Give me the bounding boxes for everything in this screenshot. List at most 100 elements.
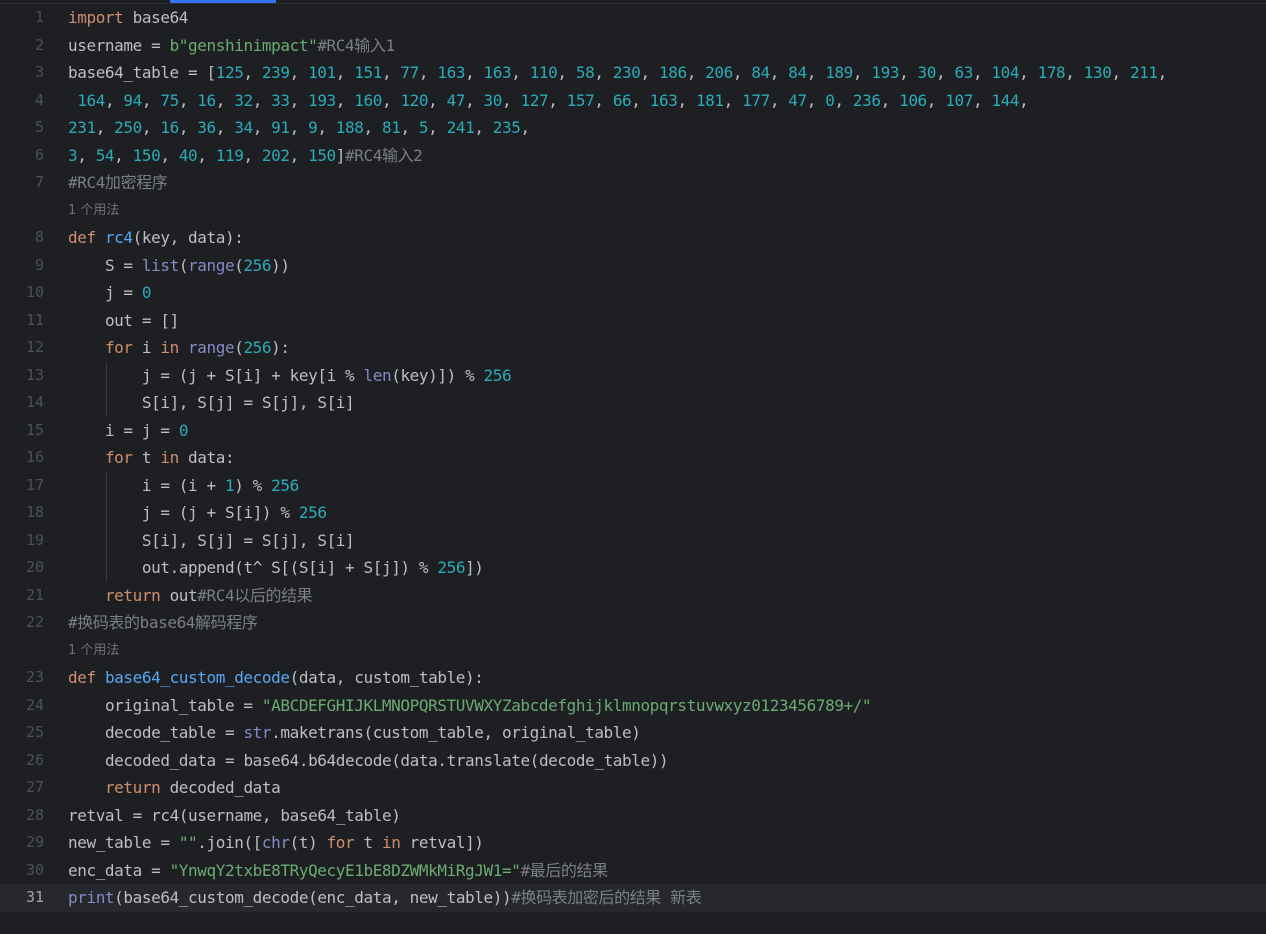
line-number: 25 <box>25 723 44 741</box>
code-line[interactable]: 31 print(base64_custom_decode(enc_data, n… <box>0 884 1266 912</box>
code-line[interactable]: 5 231, 250, 16, 36, 34, 91, 9, 188, 81, 5… <box>0 114 1266 142</box>
code-text[interactable]: decode_table = str.maketrans(custom_tabl… <box>68 719 641 747</box>
code-text[interactable]: #换码表的base64解码程序 <box>68 609 258 637</box>
code-text[interactable]: out.append(t^ S[(S[i] + S[j]) % 256]) <box>68 554 484 582</box>
code-text[interactable]: 3, 54, 150, 40, 119, 202, 150]#RC4输入2 <box>68 142 423 170</box>
code-line[interactable]: 15 i = j = 0 <box>0 417 1266 445</box>
code-text[interactable]: enc_data = "YnwqY2txbE8TRyQecyE1bE8DZWMk… <box>68 857 608 885</box>
line-number: 1 <box>34 8 44 26</box>
code-text[interactable]: for t in data: <box>68 444 235 472</box>
code-line[interactable]: 18 j = (j + S[i]) % 256 <box>0 499 1266 527</box>
code-line[interactable]: 26 decoded_data = base64.b64decode(data.… <box>0 747 1266 775</box>
code-text[interactable]: import base64 <box>68 4 188 32</box>
code-text[interactable]: out = [] <box>68 307 179 335</box>
code-line[interactable]: 17 i = (i + 1) % 256 <box>0 472 1266 500</box>
line-number: 28 <box>25 805 44 824</box>
code-text[interactable]: #RC4加密程序 <box>68 169 168 197</box>
line-number: 24 <box>25 695 44 714</box>
line-number: 11 <box>25 310 44 329</box>
line-number: 21 <box>25 585 44 604</box>
line-number: 14 <box>25 393 44 411</box>
code-text[interactable]: j = (j + S[i] + key[i % len(key)]) % 256 <box>68 362 512 390</box>
line-number: 22 <box>25 613 44 631</box>
code-text[interactable]: S = list(range(256)) <box>68 252 290 280</box>
line-number: 18 <box>25 503 44 521</box>
code-text[interactable]: base64_table = [125, 239, 101, 151, 77, … <box>68 59 1167 87</box>
code-line[interactable]: 22 #换码表的base64解码程序 <box>0 609 1266 637</box>
editor-bottom-area <box>0 914 1266 934</box>
line-number: 9 <box>34 255 44 274</box>
indent-guide <box>106 471 107 582</box>
line-number: 4 <box>34 90 44 109</box>
code-line[interactable]: 30 enc_data = "YnwqY2txbE8TRyQecyE1bE8DZW… <box>0 857 1266 885</box>
line-number: 12 <box>25 338 44 356</box>
code-line[interactable]: 29 new_table = "".join([chr(t) for t in r… <box>0 829 1266 857</box>
line-number: 17 <box>25 475 44 494</box>
code-line[interactable]: 1 import base64 <box>0 4 1266 32</box>
code-line[interactable]: 19 S[i], S[j] = S[j], S[i] <box>0 527 1266 555</box>
code-line[interactable]: 10 j = 0 <box>0 279 1266 307</box>
code-line[interactable]: 24 original_table = "ABCDEFGHIJKLMNOPQRS… <box>0 692 1266 720</box>
code-text[interactable]: print(base64_custom_decode(enc_data, new… <box>68 884 702 912</box>
code-text[interactable]: new_table = "".join([chr(t) for t in ret… <box>68 829 484 857</box>
code-line[interactable]: 12 for i in range(256): <box>0 334 1266 362</box>
code-line[interactable]: 4 164, 94, 75, 16, 32, 33, 193, 160, 120… <box>0 87 1266 115</box>
code-text[interactable]: 231, 250, 16, 36, 34, 91, 9, 188, 81, 5,… <box>68 114 530 142</box>
code-text[interactable]: def rc4(key, data): <box>68 224 244 252</box>
code-line[interactable]: 28 retval = rc4(username, base64_table) <box>0 802 1266 830</box>
usage-hint-text[interactable]: 1 个用法 <box>68 197 119 225</box>
line-number: 26 <box>25 750 44 769</box>
code-line[interactable]: 11 out = [] <box>0 307 1266 335</box>
code-text[interactable]: i = j = 0 <box>68 417 189 445</box>
line-number: 13 <box>25 365 44 384</box>
line-number: 15 <box>25 420 44 439</box>
usage-hint[interactable]: 1 个用法 <box>0 197 1266 225</box>
line-number: 30 <box>25 860 44 879</box>
code-text[interactable]: def base64_custom_decode(data, custom_ta… <box>68 664 484 692</box>
line-number: 20 <box>25 558 44 576</box>
code-line[interactable]: 13 j = (j + S[i] + key[i % len(key)]) % … <box>0 362 1266 390</box>
code-line[interactable]: 21 return out#RC4以后的结果 <box>0 582 1266 610</box>
usage-hint-text[interactable]: 1 个用法 <box>68 637 119 665</box>
code-text[interactable]: decoded_data = base64.b64decode(data.tra… <box>68 747 669 775</box>
code-line[interactable]: 16 for t in data: <box>0 444 1266 472</box>
code-line[interactable]: 20 out.append(t^ S[(S[i] + S[j]) % 256]) <box>0 554 1266 582</box>
line-number: 8 <box>34 228 44 246</box>
line-number: 7 <box>34 173 44 191</box>
code-line[interactable]: 2 username = b"genshinimpact"#RC4输入1 <box>0 32 1266 60</box>
code-text[interactable]: return out#RC4以后的结果 <box>68 582 313 610</box>
line-number: 27 <box>25 778 44 796</box>
code-text[interactable]: j = 0 <box>68 279 152 307</box>
line-number: 2 <box>34 35 44 54</box>
line-number: 6 <box>34 145 44 164</box>
line-number: 31 <box>25 888 44 906</box>
code-line[interactable]: 27 return decoded_data <box>0 774 1266 802</box>
line-number: 23 <box>25 668 44 686</box>
indent-guide <box>106 361 107 417</box>
code-text[interactable]: retval = rc4(username, base64_table) <box>68 802 401 830</box>
code-line[interactable]: 9 S = list(range(256)) <box>0 252 1266 280</box>
line-number: 16 <box>25 448 44 466</box>
code-line[interactable]: 3 base64_table = [125, 239, 101, 151, 77,… <box>0 59 1266 87</box>
line-number: 29 <box>25 833 44 851</box>
code-line[interactable]: 6 3, 54, 150, 40, 119, 202, 150]#RC4输入2 <box>0 142 1266 170</box>
line-number: 19 <box>25 530 44 549</box>
code-text[interactable]: 164, 94, 75, 16, 32, 33, 193, 160, 120, … <box>68 87 1029 115</box>
code-text[interactable]: S[i], S[j] = S[j], S[i] <box>68 527 355 555</box>
code-line[interactable]: 25 decode_table = str.maketrans(custom_t… <box>0 719 1266 747</box>
code-text[interactable]: return decoded_data <box>68 774 281 802</box>
code-line[interactable]: 23 def base64_custom_decode(data, custom_… <box>0 664 1266 692</box>
code-text[interactable]: S[i], S[j] = S[j], S[i] <box>68 389 355 417</box>
usage-hint[interactable]: 1 个用法 <box>0 637 1266 665</box>
line-number: 10 <box>25 283 44 301</box>
code-text[interactable]: username = b"genshinimpact"#RC4输入1 <box>68 32 395 60</box>
code-editor[interactable]: 1 import base64 2 username = b"genshinimpac… <box>0 0 1266 934</box>
code-line[interactable]: 7 #RC4加密程序 <box>0 169 1266 197</box>
line-number: 3 <box>34 63 44 81</box>
line-number: 5 <box>34 118 44 136</box>
code-text[interactable]: for i in range(256): <box>68 334 290 362</box>
code-text[interactable]: original_table = "ABCDEFGHIJKLMNOPQRSTUV… <box>68 692 872 720</box>
code-line[interactable]: 8 def rc4(key, data): <box>0 224 1266 252</box>
code-line[interactable]: 14 S[i], S[j] = S[j], S[i] <box>0 389 1266 417</box>
code-text[interactable]: i = (i + 1) % 256 <box>68 472 299 500</box>
